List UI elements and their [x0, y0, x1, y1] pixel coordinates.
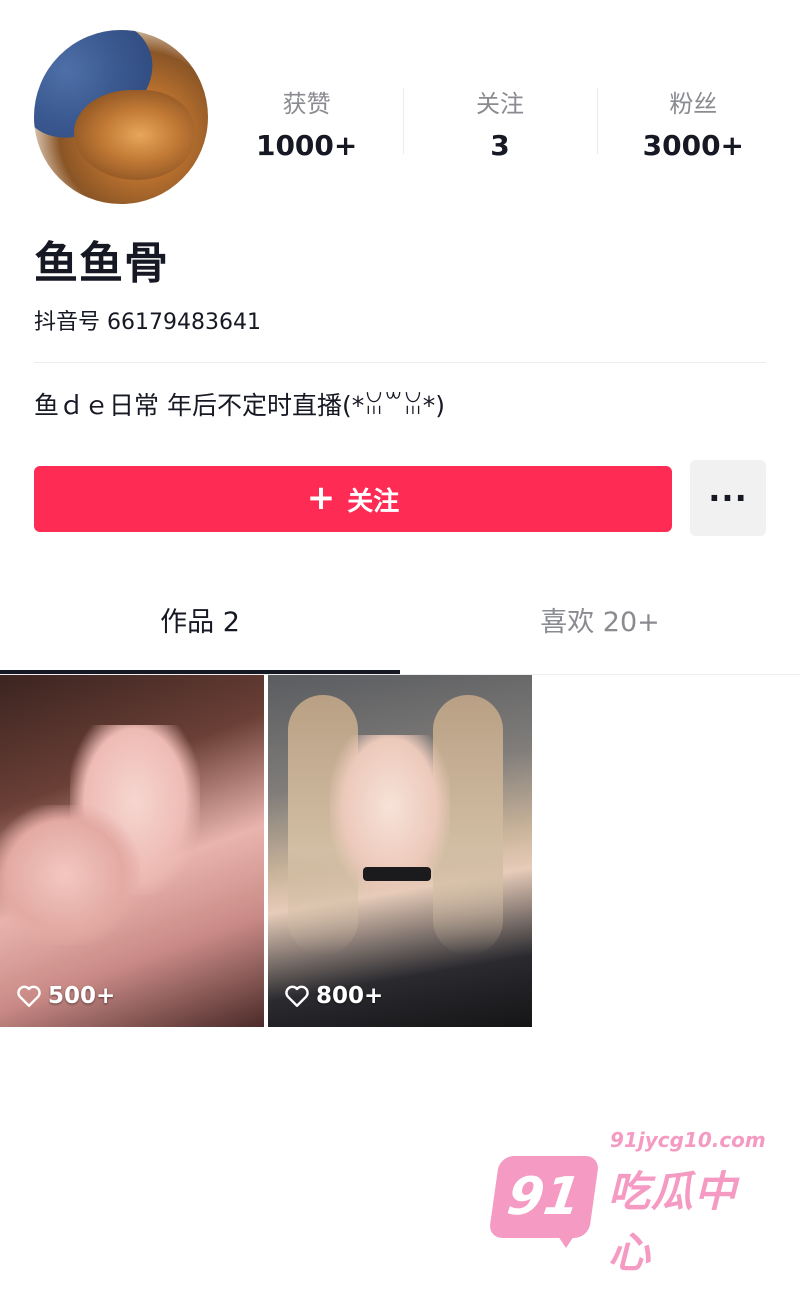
avatar-cat [74, 90, 194, 180]
video-card[interactable]: 500+ [0, 675, 264, 1027]
follow-button[interactable]: + 关注 [34, 466, 672, 532]
watermark-name: 吃瓜中心 [608, 1167, 738, 1277]
video-likes-count: 800+ [316, 983, 384, 1009]
follow-label: 关注 [347, 486, 400, 517]
heart-icon [17, 985, 41, 1007]
tab-likes[interactable]: 喜欢 20+ [400, 592, 800, 674]
profile-tabs: 作品 2 喜欢 20+ [0, 592, 800, 675]
avatar[interactable] [34, 30, 208, 204]
stat-following[interactable]: 关注 3 [403, 84, 596, 174]
stat-value: 1000+ [255, 129, 358, 162]
douyin-id: 抖音号 66179483641 [34, 310, 261, 335]
video-likes: 800+ [284, 983, 383, 1009]
active-tab-indicator [0, 670, 400, 674]
video-thumbnail-choker [363, 867, 431, 881]
nickname: 鱼鱼骨 [34, 238, 169, 289]
stat-value: 3 [490, 129, 510, 162]
watermark: 91 91jycg10.com 吃瓜中心 [488, 1126, 772, 1277]
stat-likes[interactable]: 获赞 1000+ [210, 84, 403, 174]
heart-icon [285, 985, 309, 1007]
watermark-badge: 91 [488, 1156, 600, 1238]
watermark-badge-tail [554, 1230, 578, 1248]
plus-icon: + [306, 477, 336, 518]
stat-label: 关注 [475, 90, 524, 118]
video-thumbnail-hand [0, 805, 140, 945]
more-icon: ··· [708, 479, 748, 517]
more-options-button[interactable]: ··· [690, 460, 766, 536]
stat-label: 获赞 [282, 90, 331, 118]
divider [34, 362, 766, 363]
video-card[interactable]: 800+ [268, 675, 532, 1027]
stat-label: 粉丝 [669, 90, 718, 118]
stat-value: 3000+ [642, 129, 745, 162]
profile-stats: 获赞 1000+ 关注 3 粉丝 3000+ [210, 84, 790, 174]
video-likes: 500+ [16, 983, 115, 1009]
watermark-url: 91jycg10.com [610, 1128, 766, 1152]
video-likes-count: 500+ [48, 983, 116, 1009]
stat-followers[interactable]: 粉丝 3000+ [596, 84, 790, 174]
bio: 鱼ｄｅ日常 年后不定时直播(*ꈍ꒳ꈍ*) [34, 391, 446, 420]
tab-works[interactable]: 作品 2 [0, 592, 400, 674]
